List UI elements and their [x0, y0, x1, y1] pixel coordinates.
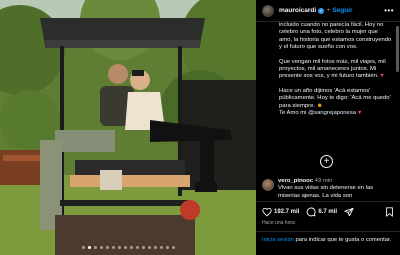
carousel-dot[interactable] — [111, 246, 115, 249]
caption-paragraph-1: incluido cuando no parecía fácil. Hoy no… — [279, 22, 392, 51]
carousel-dot[interactable] — [135, 246, 139, 249]
carousel-dots — [0, 246, 256, 249]
caption-paragraph-3-text: Hace un año dijimos 'Acá estamos' públic… — [279, 87, 391, 109]
carousel-dot[interactable] — [129, 246, 133, 249]
post-caption: incluido cuando no parecía fácil. Hoy no… — [279, 22, 392, 124]
carousel-dot[interactable] — [171, 246, 175, 249]
login-prompt-text: para indicar que te gusta o comentar. — [293, 237, 392, 243]
carousel-dot[interactable] — [165, 246, 169, 249]
carousel-dot[interactable] — [105, 246, 109, 249]
load-more-comments-button[interactable]: + — [320, 155, 333, 168]
author-username[interactable]: mauroicardi — [279, 7, 316, 14]
carousel-dot[interactable] — [153, 246, 157, 249]
post-header: mauroicardi ✓ • Seguir ••• — [256, 0, 400, 22]
login-prompt: Inicia sesión para indicar que te gusta … — [256, 231, 400, 255]
comment-bubble-icon — [307, 206, 316, 216]
paper-plane-icon — [344, 207, 354, 216]
photo-illustration — [0, 0, 256, 255]
follow-button[interactable]: Seguir — [332, 7, 352, 14]
carousel-dot[interactable] — [141, 246, 145, 249]
heart-icon — [262, 207, 272, 216]
post-timestamp[interactable]: Hace una hora — [262, 220, 295, 226]
comment-button[interactable]: 6.7 mil — [306, 206, 338, 217]
comment-item: vero_pinooc 49 min Vivan sus vidas sin d… — [262, 178, 396, 200]
carousel-dot[interactable] — [117, 246, 121, 249]
carousel-dot[interactable] — [99, 246, 103, 249]
more-options-icon[interactable]: ••• — [384, 6, 394, 15]
comment-body: vero_pinooc 49 min Vivan sus vidas sin d… — [278, 178, 382, 200]
carousel-dot[interactable] — [147, 246, 151, 249]
like-button[interactable]: 192.7 mil — [262, 207, 299, 217]
comment-text: Vivan sus vidas sin detenerse en las mis… — [278, 185, 374, 199]
verified-badge-icon: ✓ — [318, 7, 325, 14]
carousel-dot[interactable] — [159, 246, 163, 249]
author-avatar[interactable] — [262, 4, 274, 17]
save-button[interactable] — [385, 206, 394, 217]
mention-link[interactable]: @sangrejaponesa — [308, 110, 356, 116]
carousel-dot[interactable] — [93, 246, 97, 249]
login-link[interactable]: Inicia sesión — [262, 237, 294, 243]
carousel-dot[interactable] — [123, 246, 127, 249]
header-separator: • — [327, 7, 330, 14]
share-button[interactable] — [344, 207, 354, 217]
commenter-avatar[interactable] — [262, 179, 274, 191]
comment-count: 6.7 mil — [318, 208, 338, 215]
pink-heart-icon: ♥ — [357, 110, 362, 117]
caption-paragraph-3: Hace un año dijimos 'Acá estamos' públic… — [279, 88, 392, 118]
bookmark-icon — [386, 206, 393, 217]
like-count: 192.7 mil — [274, 208, 300, 215]
post-actions-bar: 192.7 mil 6.7 mil — [256, 201, 400, 221]
smiling-face-icon: ☻ — [316, 102, 323, 109]
caption-paragraph-2: Que vengan mil fotos más, mil viajes, mi… — [279, 59, 392, 81]
caption-paragraph-2-text: Que vengan mil fotos más, mil viajes, mi… — [279, 58, 386, 80]
post-side-panel: mauroicardi ✓ • Seguir ••• incluido cuan… — [256, 0, 400, 255]
red-heart-icon: ♥ — [380, 73, 384, 80]
comments-scrollbar[interactable] — [396, 26, 399, 72]
comment-time: 49 min — [314, 178, 333, 184]
carousel-dot[interactable] — [87, 246, 91, 249]
comment-username[interactable]: vero_pinooc — [278, 178, 313, 184]
caption-paragraph-4-text: Te Amo mi — [279, 110, 307, 117]
post-photo[interactable] — [0, 0, 256, 255]
carousel-dot[interactable] — [81, 246, 85, 249]
